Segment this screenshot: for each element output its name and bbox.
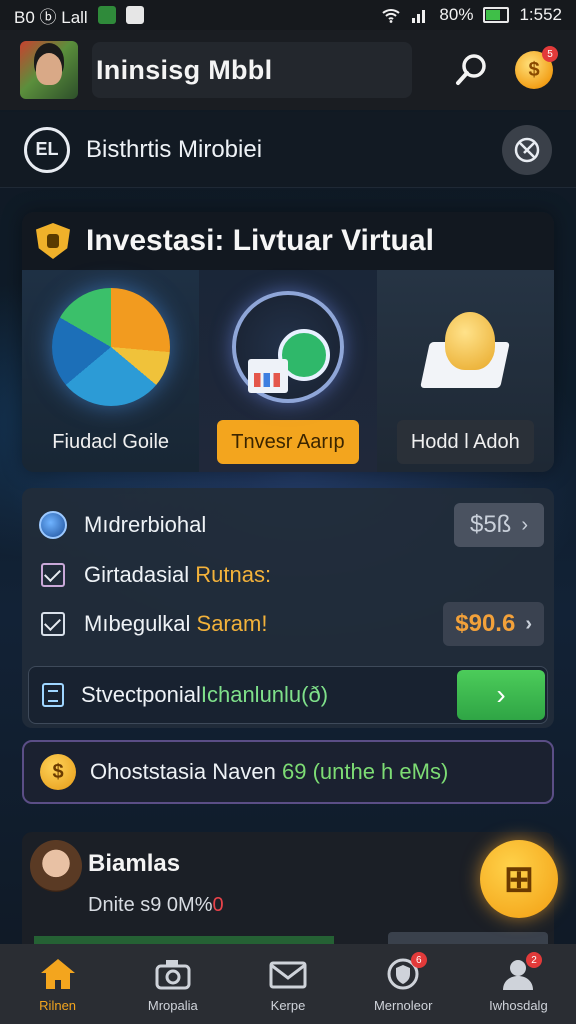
option-financial-guide-label: Fiudacl Goile (52, 430, 170, 453)
wifi-icon (382, 9, 401, 23)
bonus-banner[interactable]: $ Ohoststasia Naven 69 (unthe h eMs) (22, 740, 554, 804)
tab-media-label: Mropalia (147, 997, 198, 1013)
option-invest-app[interactable]: Tnvesr Aarıp (199, 270, 377, 472)
bonus-text: Ohoststasia Naven 69 (unthe h eMs) (90, 759, 449, 784)
grid-icon: ⊞ (503, 858, 535, 899)
floating-action-button[interactable]: ⊞ (480, 840, 558, 918)
bottom-navigation: Rilnen Mropalia Kerpe Mernoleor 6 Iwhosd… (0, 944, 576, 1024)
brand-logo-text: EL (35, 139, 59, 159)
signal-icon (412, 10, 426, 23)
returns-row[interactable]: Girtadasial Rutnas: (22, 554, 554, 596)
balance-value: $5ß (469, 511, 512, 538)
checkbox-icon[interactable] (41, 612, 65, 636)
returns-label: Girtadasial Rutnas: (84, 562, 272, 587)
chevron-right-icon: › (496, 679, 506, 710)
savings-value-button[interactable]: $90.6 › (443, 602, 544, 646)
balance-row[interactable]: Mıdrerbiohal $5ß › (22, 500, 554, 550)
option-hold[interactable]: Hodd l Adoh (376, 270, 554, 472)
gold-reward-illustration (400, 282, 530, 412)
tab-media[interactable]: Mropalia (115, 944, 230, 1024)
battery-icon (483, 7, 510, 23)
account-header: EL Bisthrtis Mirobiei (0, 112, 576, 188)
notification-badge: 2 (526, 952, 543, 968)
checkbox-icon[interactable] (41, 563, 65, 587)
notification-badge: 6 (410, 952, 427, 968)
clock: 1:552 (519, 5, 562, 24)
action-row[interactable]: StvectponialIchanlunlu(ð) › (28, 666, 548, 724)
tab-members-label: Mernoleor (373, 997, 433, 1013)
action-go-button[interactable]: › (457, 670, 545, 720)
app-header: Ininsisg Mbbl $ 5 (0, 30, 576, 110)
app-title: Ininsisg Mbbl (96, 54, 273, 85)
investment-card-header: Investasi: Livtuar Virtual (22, 212, 554, 270)
battery-percent: 80% (439, 5, 474, 24)
investment-card: Investasi: Livtuar Virtual Fiudacl Goile… (22, 212, 554, 472)
tab-members[interactable]: Mernoleor 6 (346, 944, 461, 1024)
home-icon (40, 958, 75, 989)
chevron-right-icon: › (521, 513, 529, 536)
investment-card-title: Investasi: Livtuar Virtual (86, 224, 434, 257)
brand-name: Bisthrtis Mirobiei (86, 135, 263, 163)
camera-icon (155, 959, 191, 989)
app-title-box: Ininsisg Mbbl (92, 42, 412, 98)
savings-value: $90.6 (455, 610, 516, 637)
option-financial-guide[interactable]: Fiudacl Goile (22, 270, 200, 472)
app-avatar[interactable] (20, 41, 78, 99)
status-left-text: B0 ⓑ Lall (14, 7, 88, 27)
invest-app-button[interactable]: Tnvesr Aarıp (217, 420, 359, 464)
balance-label: Mıdrerbiohal (84, 512, 207, 537)
mail-icon (269, 961, 307, 988)
tab-home[interactable]: Rilnen (0, 944, 115, 1024)
search-button[interactable] (450, 48, 494, 92)
support-button[interactable] (502, 124, 552, 175)
savings-row[interactable]: Mıbegulkal Saram! $90.6 › (22, 598, 554, 650)
profile-subtitle: Dnite s9 0M%0 (88, 894, 224, 916)
tab-profile-label: Iwhosdalg (489, 997, 548, 1013)
profile-name: Biamlas (88, 850, 181, 877)
app-growth-illustration (223, 282, 353, 412)
dollar-coin-icon: $ (40, 754, 76, 790)
chevron-right-icon: › (525, 612, 532, 635)
tab-home-label: Rilnen (39, 997, 77, 1013)
coins-badge: 5 (542, 46, 558, 62)
photo-notification-icon (125, 6, 144, 24)
action-label: StvectponialIchanlunlu(ð) (81, 682, 329, 707)
tab-messages[interactable]: Kerpe (230, 944, 345, 1024)
investment-options: Fiudacl Goile Tnvesr Aarıp Hodd l Adoh (22, 270, 554, 472)
hold-button[interactable]: Hodd l Adoh (396, 420, 534, 464)
document-icon (42, 683, 64, 707)
brand-logo-icon: EL (24, 126, 70, 173)
profile-card[interactable]: Biamlas Dnite s9 0M%0 (22, 832, 554, 952)
tab-messages-label: Kerpe (270, 997, 306, 1013)
tab-profile[interactable]: Iwhosdalg 2 (461, 944, 576, 1024)
avatar[interactable] (30, 840, 82, 892)
status-bar: B0 ⓑ Lall 80% 1:552 (0, 0, 576, 30)
account-card: Mıdrerbiohal $5ß › Girtadasial Rutnas: M… (22, 488, 554, 728)
pie-chart-illustration (46, 282, 176, 412)
savings-label: Mıbegulkal Saram! (84, 611, 268, 636)
globe-icon (39, 511, 67, 539)
notification-app-icon (97, 6, 116, 24)
balance-value-button[interactable]: $5ß › (454, 503, 544, 547)
support-icon (514, 137, 540, 162)
shield-lock-icon (36, 223, 70, 259)
search-icon (456, 54, 486, 85)
coins-button[interactable]: $ 5 (512, 46, 558, 92)
